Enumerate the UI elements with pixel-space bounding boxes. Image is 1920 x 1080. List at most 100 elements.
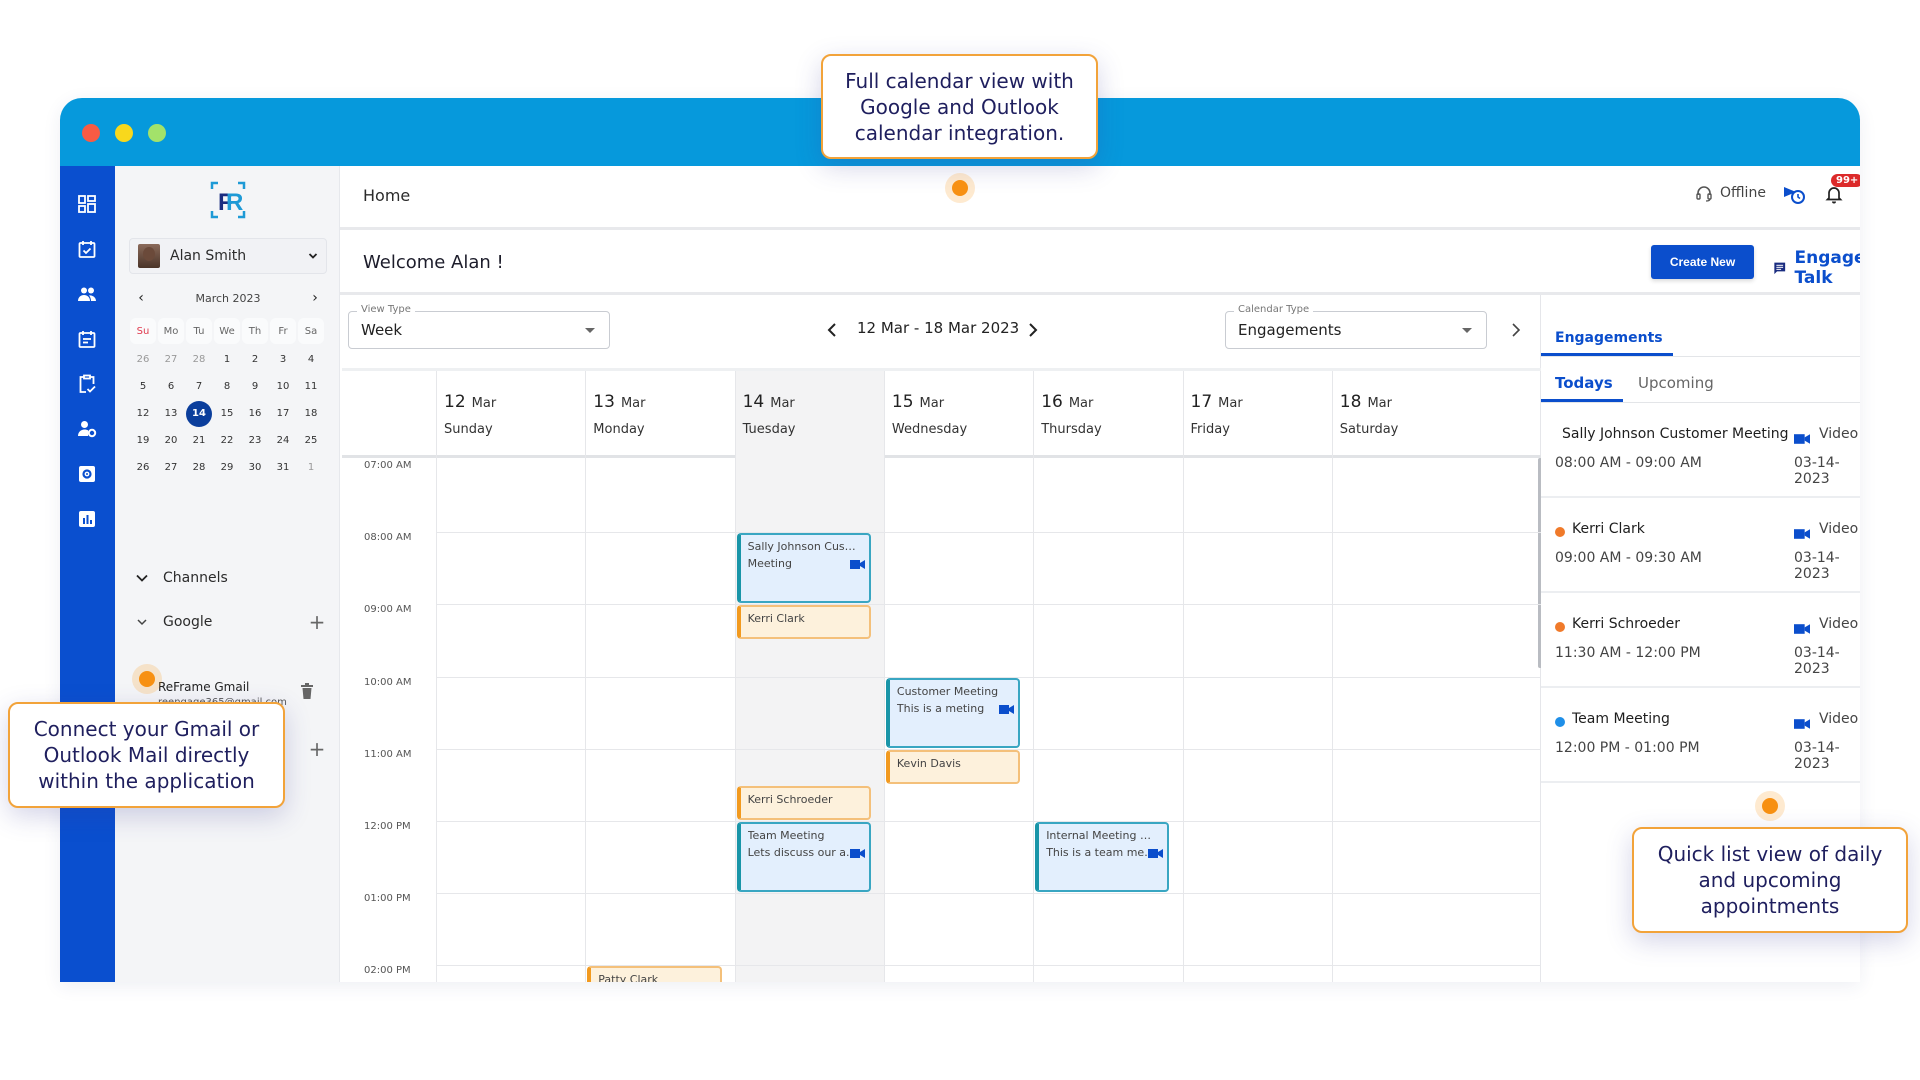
status-toggle[interactable]: Offline xyxy=(1695,184,1766,202)
calendar-event[interactable]: Sally Johnson Custo... Meeting xyxy=(736,533,871,604)
calendar-event[interactable]: Customer Meeting This is a meting xyxy=(885,677,1021,748)
day-column[interactable] xyxy=(436,458,585,982)
calendar-check-icon[interactable] xyxy=(75,237,99,261)
month-label: Mar xyxy=(1218,396,1243,411)
mini-calendar-day[interactable]: 24 xyxy=(269,427,297,454)
calendar-event[interactable]: Patty Clark xyxy=(587,966,722,982)
notification-bell-icon[interactable] xyxy=(1824,184,1844,204)
hotspot-list[interactable] xyxy=(1755,791,1785,821)
mini-calendar-day[interactable]: 28 xyxy=(185,346,213,373)
mini-calendar-next-button[interactable]: › xyxy=(307,290,323,306)
day-column[interactable] xyxy=(1331,458,1481,982)
mini-calendar-day[interactable]: 28 xyxy=(185,454,213,481)
calendar-event[interactable]: Internal Meeting with ... This is a team … xyxy=(1035,822,1170,893)
mini-calendar-day[interactable]: 19 xyxy=(129,427,157,454)
channels-toggle[interactable]: Channels xyxy=(129,566,327,590)
day-header[interactable]: 12 Mar Sunday xyxy=(436,371,585,458)
contacts-icon[interactable] xyxy=(75,282,99,306)
next-week-button[interactable] xyxy=(1025,320,1041,340)
mini-calendar-day[interactable]: 30 xyxy=(241,454,269,481)
mini-calendar-day[interactable]: 25 xyxy=(297,427,325,454)
day-header[interactable]: 13 Mar Monday xyxy=(585,371,734,458)
mini-calendar-day[interactable]: 7 xyxy=(185,373,213,400)
day-header[interactable]: 15 Mar Wednesday xyxy=(883,371,1033,458)
mini-calendar-day[interactable]: 8 xyxy=(213,373,241,400)
add-google-account-button[interactable]: + xyxy=(307,610,327,634)
day-header[interactable]: 16 Mar Thursday xyxy=(1033,371,1182,458)
mini-calendar-day[interactable]: 22 xyxy=(213,427,241,454)
reframe-logo: F R xyxy=(210,181,246,219)
mini-calendar-day[interactable]: 17 xyxy=(269,400,297,427)
mini-calendar-day[interactable]: 18 xyxy=(297,400,325,427)
google-channel-toggle[interactable]: Google + xyxy=(129,610,327,634)
hotspot-mail[interactable] xyxy=(132,664,162,694)
tab-todays[interactable]: Todays xyxy=(1555,374,1613,392)
appointment-time: 11:30 AM - 12:00 PM xyxy=(1555,645,1701,661)
mini-calendar-day[interactable]: 27 xyxy=(157,346,185,373)
mini-calendar-day[interactable]: 1 xyxy=(297,454,325,481)
appointment-item[interactable]: Kerri Clark Video 09:00 AM - 09:30 AM 03-14… xyxy=(1541,498,1860,593)
clipboard-check-icon[interactable] xyxy=(75,372,99,396)
expand-panel-button[interactable] xyxy=(1508,320,1524,340)
calendar-event[interactable]: Kerri Clark xyxy=(736,605,871,640)
calendar-type-select[interactable]: Calendar Type Engagements xyxy=(1225,304,1487,349)
mini-calendar-day[interactable]: 12 xyxy=(129,400,157,427)
user-settings-icon[interactable] xyxy=(75,417,99,441)
minimize-window-button[interactable] xyxy=(115,124,133,142)
mini-calendar-day[interactable]: 1 xyxy=(213,346,241,373)
event-subtitle: This is a team me... xyxy=(1046,846,1155,859)
view-type-select[interactable]: View Type Week xyxy=(348,304,610,349)
mini-calendar-day[interactable]: 4 xyxy=(297,346,325,373)
mini-calendar-day[interactable]: 13 xyxy=(157,400,185,427)
calendar-notes-icon[interactable] xyxy=(75,327,99,351)
day-header[interactable]: 14 Mar Tuesday xyxy=(734,371,884,458)
mini-calendar-day[interactable]: 29 xyxy=(213,454,241,481)
maximize-window-button[interactable] xyxy=(148,124,166,142)
engage-talk-button[interactable]: Engage Talk xyxy=(1773,248,1860,288)
day-column[interactable] xyxy=(1182,458,1332,982)
appointment-item[interactable]: Team Meeting Video 12:00 PM - 01:00 PM 03-1… xyxy=(1541,688,1860,783)
previous-week-button[interactable] xyxy=(824,320,840,340)
mini-calendar-day[interactable]: 20 xyxy=(157,427,185,454)
mini-calendar-day[interactable]: 15 xyxy=(213,400,241,427)
day-column[interactable] xyxy=(585,458,734,982)
create-new-button[interactable]: Create New xyxy=(1651,245,1754,279)
mini-calendar-day[interactable]: 26 xyxy=(129,346,157,373)
add-outlook-account-button[interactable]: + xyxy=(307,737,327,761)
mini-calendar-day[interactable]: 6 xyxy=(157,373,185,400)
hotspot-calendar[interactable] xyxy=(945,173,975,203)
user-select[interactable]: Alan Smith xyxy=(129,238,327,274)
calendar-event[interactable]: Kevin Davis xyxy=(885,749,1021,784)
event-title: Sally Johnson Custo... xyxy=(747,540,864,554)
close-window-button[interactable] xyxy=(82,124,100,142)
appointment-item[interactable]: Kerri Schroeder Video 11:30 AM - 12:00 PM 0… xyxy=(1541,593,1860,688)
mini-calendar-day[interactable]: 3 xyxy=(269,346,297,373)
mini-calendar-day[interactable]: 27 xyxy=(157,454,185,481)
day-column[interactable] xyxy=(1033,458,1182,982)
trash-icon[interactable] xyxy=(300,683,314,699)
mini-calendar-day-selected[interactable]: 14 xyxy=(185,400,213,427)
mini-calendar-day[interactable]: 9 xyxy=(241,373,269,400)
mini-calendar-day[interactable]: 21 xyxy=(185,427,213,454)
mini-calendar-day[interactable]: 16 xyxy=(241,400,269,427)
calendar-event[interactable]: Team Meeting Lets discuss our a... xyxy=(736,822,871,893)
time-tracking-icon[interactable] xyxy=(1782,183,1806,205)
calendar-event[interactable]: Kerri Schroeder xyxy=(736,785,871,820)
mini-calendar-day[interactable]: 26 xyxy=(129,454,157,481)
day-header[interactable]: 18 Mar Saturday xyxy=(1331,371,1481,458)
mini-calendar-day[interactable]: 5 xyxy=(129,373,157,400)
settings-icon[interactable] xyxy=(75,462,99,486)
reports-icon[interactable] xyxy=(75,507,99,531)
appointment-item[interactable]: Sally Johnson Customer Meeting Video 08:00… xyxy=(1541,403,1860,498)
mini-calendar-day[interactable]: 23 xyxy=(241,427,269,454)
mini-calendar-day[interactable]: 10 xyxy=(269,373,297,400)
day-header[interactable]: 17 Mar Friday xyxy=(1182,371,1332,458)
month-label: Mar xyxy=(919,396,945,411)
mini-calendar-day[interactable]: 11 xyxy=(297,373,325,400)
dashboard-icon[interactable] xyxy=(75,192,99,216)
mini-calendar-day[interactable]: 31 xyxy=(269,454,297,481)
mini-calendar-prev-button[interactable]: ‹ xyxy=(133,290,149,306)
tab-upcoming[interactable]: Upcoming xyxy=(1638,374,1714,392)
mini-calendar-day[interactable]: 2 xyxy=(241,346,269,373)
tab-engagements[interactable]: Engagements xyxy=(1555,330,1663,346)
